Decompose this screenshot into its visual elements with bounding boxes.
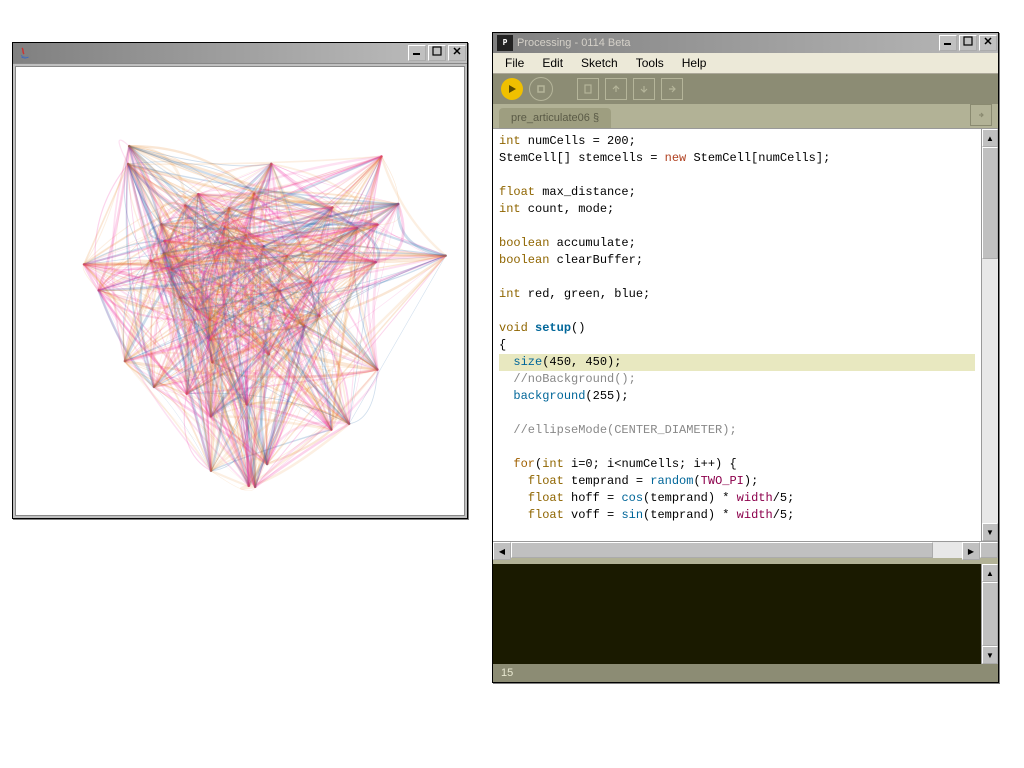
cursor-line-indicator: 15 [501,667,513,679]
scroll-down-button[interactable]: ▼ [982,523,998,541]
menu-file[interactable]: File [497,54,532,72]
scroll-up-button[interactable]: ▲ [982,564,998,582]
scroll-left-button[interactable]: ◀ [493,542,511,560]
sketch-tab[interactable]: pre_articulate06 § [499,108,611,128]
stop-button[interactable] [529,77,553,101]
ide-statusbar: 15 [493,664,998,682]
scroll-up-button[interactable]: ▲ [982,129,998,147]
minimize-button[interactable] [939,35,957,51]
ide-toolbar [493,74,998,104]
sketch-titlebar[interactable] [13,43,467,64]
close-button[interactable] [448,45,466,61]
scroll-right-button[interactable]: ▶ [962,542,980,560]
tab-menu-button[interactable] [970,104,992,126]
console[interactable] [493,564,981,664]
processing-ide-window: P Processing - 0114 Beta File Edit Sketc… [492,32,999,683]
menu-sketch[interactable]: Sketch [573,54,626,72]
code-editor-area: int numCells = 200; StemCell[] stemcells… [493,128,998,541]
ide-tabbar: pre_articulate06 § [493,104,998,128]
editor-horizontal-scrollbar[interactable]: ◀ ▶ [493,541,998,558]
save-button[interactable] [633,78,655,100]
maximize-button[interactable] [959,35,977,51]
menu-tools[interactable]: Tools [628,54,672,72]
code-editor[interactable]: int numCells = 200; StemCell[] stemcells… [493,129,981,541]
maximize-button[interactable] [428,45,446,61]
menu-edit[interactable]: Edit [534,54,571,72]
new-button[interactable] [577,78,599,100]
scroll-down-button[interactable]: ▼ [982,646,998,664]
close-button[interactable] [979,35,997,51]
java-icon [17,45,33,61]
menu-help[interactable]: Help [674,54,715,72]
sketch-canvas [15,66,465,516]
ide-titlebar[interactable]: P Processing - 0114 Beta [493,33,998,53]
run-button[interactable] [501,78,523,100]
console-vertical-scrollbar[interactable]: ▲ ▼ [981,564,998,664]
ide-menubar: File Edit Sketch Tools Help [493,53,998,74]
open-button[interactable] [605,78,627,100]
hscroll-thumb[interactable] [511,542,933,558]
processing-app-icon: P [497,35,513,51]
console-area: ▲ ▼ [493,564,998,664]
ide-title: Processing - 0114 Beta [517,37,631,49]
editor-vertical-scrollbar[interactable]: ▲ ▼ [981,129,998,541]
minimize-button[interactable] [408,45,426,61]
sketch-output-window [12,42,468,519]
export-button[interactable] [661,78,683,100]
scroll-thumb[interactable] [982,147,998,259]
scroll-thumb[interactable] [982,582,998,646]
